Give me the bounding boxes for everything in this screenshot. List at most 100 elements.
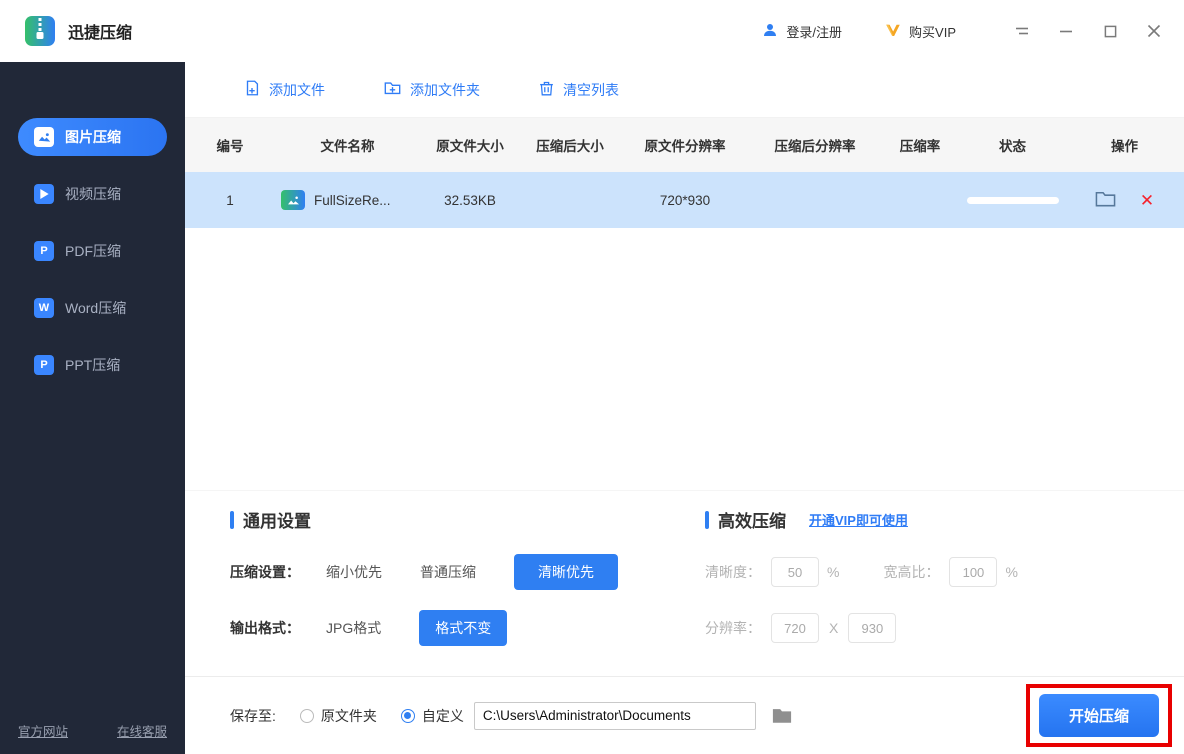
file-toolbar: 添加文件 添加文件夹 清空列表 bbox=[185, 62, 1184, 118]
image-thumbnail-icon bbox=[281, 190, 305, 210]
main-content: 添加文件 添加文件夹 清空列表 编号 文件名称 原文件大小 压缩后大小 原文件分… bbox=[185, 62, 1184, 754]
app-title: 迅捷压缩 bbox=[68, 19, 132, 43]
output-format-row: 输出格式： JPG格式 格式不变 bbox=[230, 612, 618, 644]
section-marker bbox=[230, 511, 234, 529]
radio-original-folder[interactable] bbox=[300, 709, 314, 723]
aspect-unit: % bbox=[1005, 564, 1017, 580]
start-compress-button[interactable]: 开始压缩 bbox=[1039, 694, 1159, 737]
clarity-label: 清晰度： bbox=[705, 562, 761, 582]
video-icon bbox=[34, 184, 54, 204]
general-settings: 通用设置 压缩设置： 缩小优先 普通压缩 清晰优先 输出格式： JPG格式 格式… bbox=[230, 507, 618, 644]
maximize-icon[interactable] bbox=[1102, 23, 1118, 39]
col-filename: 文件名称 bbox=[321, 135, 375, 155]
progress-bar bbox=[967, 197, 1059, 204]
option-keep-format[interactable]: 格式不变 bbox=[419, 610, 507, 646]
option-normal-compress[interactable]: 普通压缩 bbox=[420, 562, 476, 582]
resolution-width-input[interactable] bbox=[771, 613, 819, 643]
add-file-button[interactable]: 添加文件 bbox=[243, 79, 325, 100]
add-folder-icon bbox=[383, 79, 402, 100]
option-clarity-priority[interactable]: 清晰优先 bbox=[514, 554, 618, 590]
col-orig-size: 原文件大小 bbox=[436, 135, 504, 155]
section-marker bbox=[705, 511, 709, 529]
image-icon bbox=[34, 127, 54, 147]
save-path-input[interactable] bbox=[474, 702, 756, 730]
resolution-height-input[interactable] bbox=[848, 613, 896, 643]
sidebar-item-image-compress[interactable]: 图片压缩 bbox=[18, 118, 167, 156]
col-index: 编号 bbox=[217, 135, 244, 155]
clarity-input[interactable] bbox=[771, 557, 819, 587]
buy-vip-button[interactable]: 购买VIP bbox=[884, 21, 956, 42]
vip-icon bbox=[884, 21, 902, 42]
row-filename-cell: FullSizeRe... bbox=[275, 190, 391, 210]
sidebar-item-label: Word压缩 bbox=[65, 298, 126, 318]
open-folder-icon[interactable] bbox=[1095, 190, 1116, 211]
save-to-label: 保存至: bbox=[230, 706, 276, 726]
option-shrink-priority[interactable]: 缩小优先 bbox=[326, 562, 382, 582]
minimize-icon[interactable] bbox=[1058, 23, 1074, 39]
window-controls bbox=[1014, 23, 1162, 39]
row-filename: FullSizeRe... bbox=[314, 193, 391, 208]
sidebar: 图片压缩 视频压缩 P PDF压缩 W Word压缩 P PPT压缩 官方网站 … bbox=[0, 62, 185, 754]
row-orig-size: 32.53KB bbox=[444, 193, 496, 208]
pdf-icon: P bbox=[34, 241, 54, 261]
row-actions: ✕ bbox=[1095, 190, 1154, 211]
row-orig-res: 720*930 bbox=[660, 193, 710, 208]
radio-custom[interactable] bbox=[401, 709, 415, 723]
vip-settings-title: 高效压缩 开通VIP即可使用 bbox=[705, 507, 1018, 532]
annotation-highlight-box: 开始压缩 bbox=[1026, 684, 1172, 747]
open-vip-link[interactable]: 开通VIP即可使用 bbox=[809, 510, 908, 529]
empty-list-area bbox=[185, 228, 1184, 490]
radio-original-folder-label[interactable]: 原文件夹 bbox=[321, 706, 377, 726]
radio-custom-label[interactable]: 自定义 bbox=[422, 706, 464, 726]
col-orig-res: 原文件分辨率 bbox=[645, 135, 726, 155]
sidebar-item-video-compress[interactable]: 视频压缩 bbox=[18, 175, 167, 213]
output-format-label: 输出格式： bbox=[230, 618, 326, 638]
browse-folder-icon[interactable] bbox=[772, 707, 792, 724]
user-icon bbox=[761, 21, 779, 42]
bottom-bar: 保存至: 原文件夹 自定义 开始压缩 bbox=[185, 676, 1184, 754]
sidebar-item-pdf-compress[interactable]: P PDF压缩 bbox=[18, 232, 167, 270]
online-support-link[interactable]: 在线客服 bbox=[117, 721, 167, 740]
sidebar-item-label: 视频压缩 bbox=[65, 184, 121, 204]
col-status: 状态 bbox=[999, 135, 1026, 155]
vip-settings: 高效压缩 开通VIP即可使用 清晰度： % 宽高比： % 分辨率： X bbox=[705, 507, 1018, 644]
top-bar: 迅捷压缩 登录/注册 购买VIP bbox=[0, 0, 1184, 62]
resolution-separator: X bbox=[829, 620, 838, 636]
sidebar-item-label: PDF压缩 bbox=[65, 241, 121, 261]
menu-icon[interactable] bbox=[1014, 23, 1030, 39]
add-folder-button[interactable]: 添加文件夹 bbox=[383, 79, 480, 100]
sidebar-item-word-compress[interactable]: W Word压缩 bbox=[18, 289, 167, 327]
col-ratio: 压缩率 bbox=[900, 135, 941, 155]
trash-icon bbox=[538, 79, 555, 100]
clarity-aspect-row: 清晰度： % 宽高比： % bbox=[705, 556, 1018, 588]
sidebar-item-ppt-compress[interactable]: P PPT压缩 bbox=[18, 346, 167, 384]
clear-list-button[interactable]: 清空列表 bbox=[538, 79, 619, 100]
compress-setting-label: 压缩设置： bbox=[230, 562, 326, 582]
clarity-unit: % bbox=[827, 564, 839, 580]
general-settings-title: 通用设置 bbox=[230, 507, 618, 532]
resolution-label: 分辨率： bbox=[705, 618, 761, 638]
app-window: 迅捷压缩 登录/注册 购买VIP bbox=[0, 0, 1184, 754]
table-header: 编号 文件名称 原文件大小 压缩后大小 原文件分辨率 压缩后分辨率 压缩率 状态… bbox=[185, 118, 1184, 172]
add-file-icon bbox=[243, 79, 261, 100]
col-compressed-res: 压缩后分辨率 bbox=[775, 135, 856, 155]
option-jpg-format[interactable]: JPG格式 bbox=[326, 618, 381, 638]
ppt-icon: P bbox=[34, 355, 54, 375]
row-index: 1 bbox=[226, 193, 234, 208]
resolution-row: 分辨率： X bbox=[705, 612, 1018, 644]
sidebar-footer: 官方网站 在线客服 bbox=[0, 721, 185, 740]
aspect-label: 宽高比： bbox=[883, 562, 939, 582]
close-icon[interactable] bbox=[1146, 23, 1162, 39]
col-compressed-size: 压缩后大小 bbox=[536, 135, 604, 155]
aspect-input[interactable] bbox=[949, 557, 997, 587]
word-icon: W bbox=[34, 298, 54, 318]
sidebar-item-label: PPT压缩 bbox=[65, 355, 120, 375]
col-actions: 操作 bbox=[1111, 135, 1138, 155]
login-register-button[interactable]: 登录/注册 bbox=[761, 21, 842, 42]
remove-file-icon[interactable]: ✕ bbox=[1140, 192, 1154, 209]
sidebar-item-label: 图片压缩 bbox=[65, 127, 121, 147]
settings-panel: 通用设置 压缩设置： 缩小优先 普通压缩 清晰优先 输出格式： JPG格式 格式… bbox=[185, 490, 1184, 676]
official-site-link[interactable]: 官方网站 bbox=[18, 721, 68, 740]
table-row[interactable]: 1 FullSizeRe... 32.53KB 720*930 ✕ bbox=[185, 172, 1184, 228]
app-logo-icon bbox=[22, 13, 58, 49]
